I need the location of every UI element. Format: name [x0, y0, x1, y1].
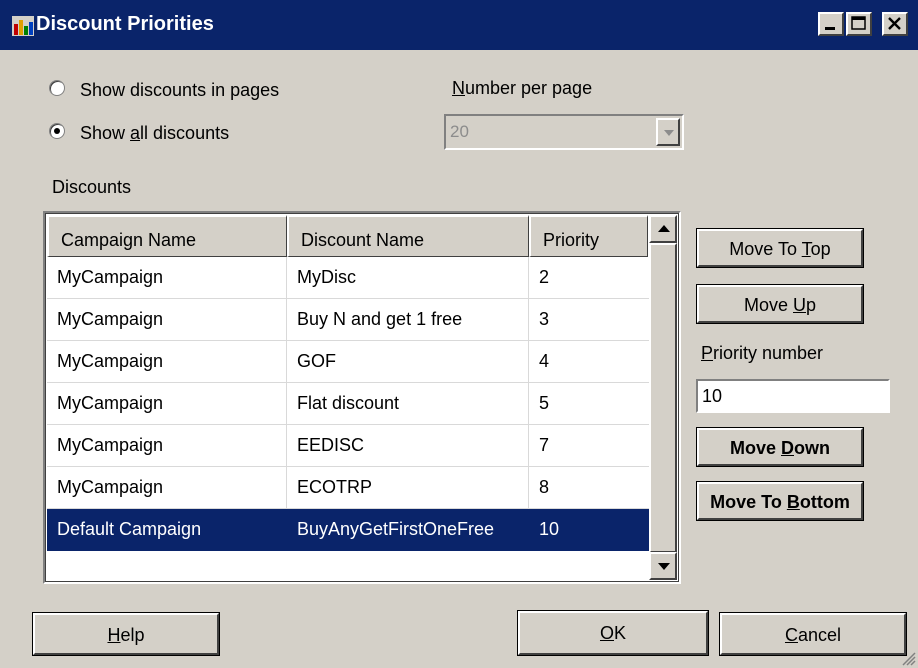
app-icon — [12, 16, 34, 36]
campaign-cell: MyCampaign — [47, 467, 287, 509]
number-per-page-value: 20 — [450, 122, 469, 141]
move-to-top-button[interactable]: Move To Top — [696, 228, 864, 268]
discount-cell: Flat discount — [287, 383, 529, 425]
btn-text: ancel — [797, 625, 842, 645]
btn-text: ottom — [799, 492, 850, 512]
discount-cell: BuyAnyGetFirstOneFree — [287, 509, 529, 551]
radio-dot — [54, 128, 60, 134]
btn-text: K — [614, 623, 627, 643]
show-all-mnemonic: a — [130, 123, 141, 143]
radio-show-pages[interactable] — [49, 80, 65, 96]
priority-number-label: Priority number — [701, 343, 823, 364]
table-row[interactable]: MyCampaign GOF 4 — [47, 341, 650, 383]
scroll-thumb[interactable] — [649, 243, 677, 553]
column-header-campaign[interactable]: Campaign Name — [47, 215, 287, 257]
close-icon — [888, 17, 901, 30]
btn-text: p — [806, 295, 817, 315]
btn-text: Move To — [729, 239, 802, 259]
discount-cell: GOF — [287, 341, 529, 383]
title-bar[interactable]: Discount Priorities — [0, 0, 918, 50]
move-up-button[interactable]: Move Up — [696, 284, 864, 324]
window-title: Discount Priorities — [36, 13, 214, 35]
move-to-bottom-button[interactable]: Move To Bottom — [696, 481, 864, 521]
column-header-discount[interactable]: Discount Name — [287, 215, 529, 257]
priority-cell: 2 — [529, 257, 650, 299]
table-row[interactable]: MyCampaign Flat discount 5 — [47, 383, 650, 425]
campaign-cell: Default Campaign — [47, 509, 287, 551]
show-all-prefix: Show — [80, 123, 131, 143]
npp-mnemonic: N — [452, 78, 465, 98]
minimize-icon — [825, 27, 835, 30]
btn-mnemonic: U — [793, 295, 806, 315]
show-pages-label[interactable]: Show discounts in pages — [80, 80, 279, 101]
btn-mnemonic: D — [781, 438, 794, 458]
btn-mnemonic: T — [801, 239, 811, 259]
chevron-down-icon — [664, 130, 674, 136]
discounts-label: Discounts — [52, 177, 132, 197]
campaign-cell: MyCampaign — [47, 383, 287, 425]
minimize-button[interactable] — [818, 12, 844, 36]
priority-cell: 8 — [529, 467, 650, 509]
vertical-scrollbar[interactable] — [649, 215, 677, 580]
discount-cell: ECOTRP — [287, 467, 529, 509]
scroll-down-button[interactable] — [649, 552, 677, 580]
campaign-cell: MyCampaign — [47, 341, 287, 383]
label-mnemonic: P — [701, 343, 714, 363]
btn-text: Move — [729, 438, 781, 458]
table-row[interactable]: MyCampaign EEDISC 7 — [47, 425, 650, 467]
btn-mnemonic: B — [786, 492, 800, 512]
discount-cell: Buy N and get 1 free — [287, 299, 529, 341]
priority-number-input[interactable]: 10 — [696, 379, 890, 413]
btn-mnemonic: H — [107, 625, 121, 645]
radio-circle[interactable] — [49, 80, 65, 96]
radio-show-all[interactable] — [49, 123, 65, 139]
cancel-button[interactable]: Cancel — [719, 612, 907, 656]
maximize-button[interactable] — [846, 12, 872, 36]
scroll-up-button[interactable] — [649, 215, 677, 243]
table-row[interactable]: MyCampaign ECOTRP 8 — [47, 467, 650, 509]
ok-button[interactable]: OK — [517, 610, 709, 656]
maximize-icon — [851, 16, 866, 30]
btn-text: elp — [120, 625, 145, 645]
show-all-label[interactable]: Show all discounts — [80, 123, 229, 144]
priority-cell: 10 — [529, 509, 650, 551]
move-down-button[interactable]: Move Down — [696, 427, 864, 467]
radio-circle-selected[interactable] — [49, 123, 65, 139]
btn-mnemonic: C — [784, 625, 798, 645]
btn-mnemonic: O — [599, 623, 614, 643]
btn-text: op — [810, 239, 831, 259]
btn-text: Move — [743, 295, 793, 315]
table-row-selected[interactable]: Default Campaign BuyAnyGetFirstOneFree 1… — [47, 509, 650, 551]
resize-grip-icon[interactable] — [900, 650, 916, 666]
npp-rest: umber per page — [465, 78, 593, 98]
campaign-cell: MyCampaign — [47, 299, 287, 341]
discount-cell: EEDISC — [287, 425, 529, 467]
btn-text: own — [794, 438, 830, 458]
campaign-cell: MyCampaign — [47, 257, 287, 299]
table-row[interactable]: MyCampaign Buy N and get 1 free 3 — [47, 299, 650, 341]
priority-cell: 5 — [529, 383, 650, 425]
help-button[interactable]: Help — [32, 612, 220, 656]
priority-cell: 4 — [529, 341, 650, 383]
number-per-page-select[interactable]: 20 — [444, 114, 684, 150]
show-all-suffix: ll discounts — [140, 123, 230, 143]
priority-cell: 7 — [529, 425, 650, 467]
close-button[interactable] — [882, 12, 908, 36]
number-per-page-label: Number per page — [452, 78, 592, 99]
campaign-cell: MyCampaign — [47, 425, 287, 467]
discount-cell: MyDisc — [287, 257, 529, 299]
btn-text: Move To — [710, 492, 787, 512]
column-header-priority[interactable]: Priority — [529, 215, 648, 257]
dropdown-button[interactable] — [656, 118, 680, 146]
discounts-list[interactable]: Campaign Name Discount Name Priority MyC… — [43, 211, 681, 584]
arrow-down-icon — [658, 563, 670, 570]
table-row[interactable]: MyCampaign MyDisc 2 — [47, 257, 650, 299]
label-rest: riority number — [713, 343, 824, 363]
arrow-up-icon — [658, 225, 670, 232]
priority-cell: 3 — [529, 299, 650, 341]
